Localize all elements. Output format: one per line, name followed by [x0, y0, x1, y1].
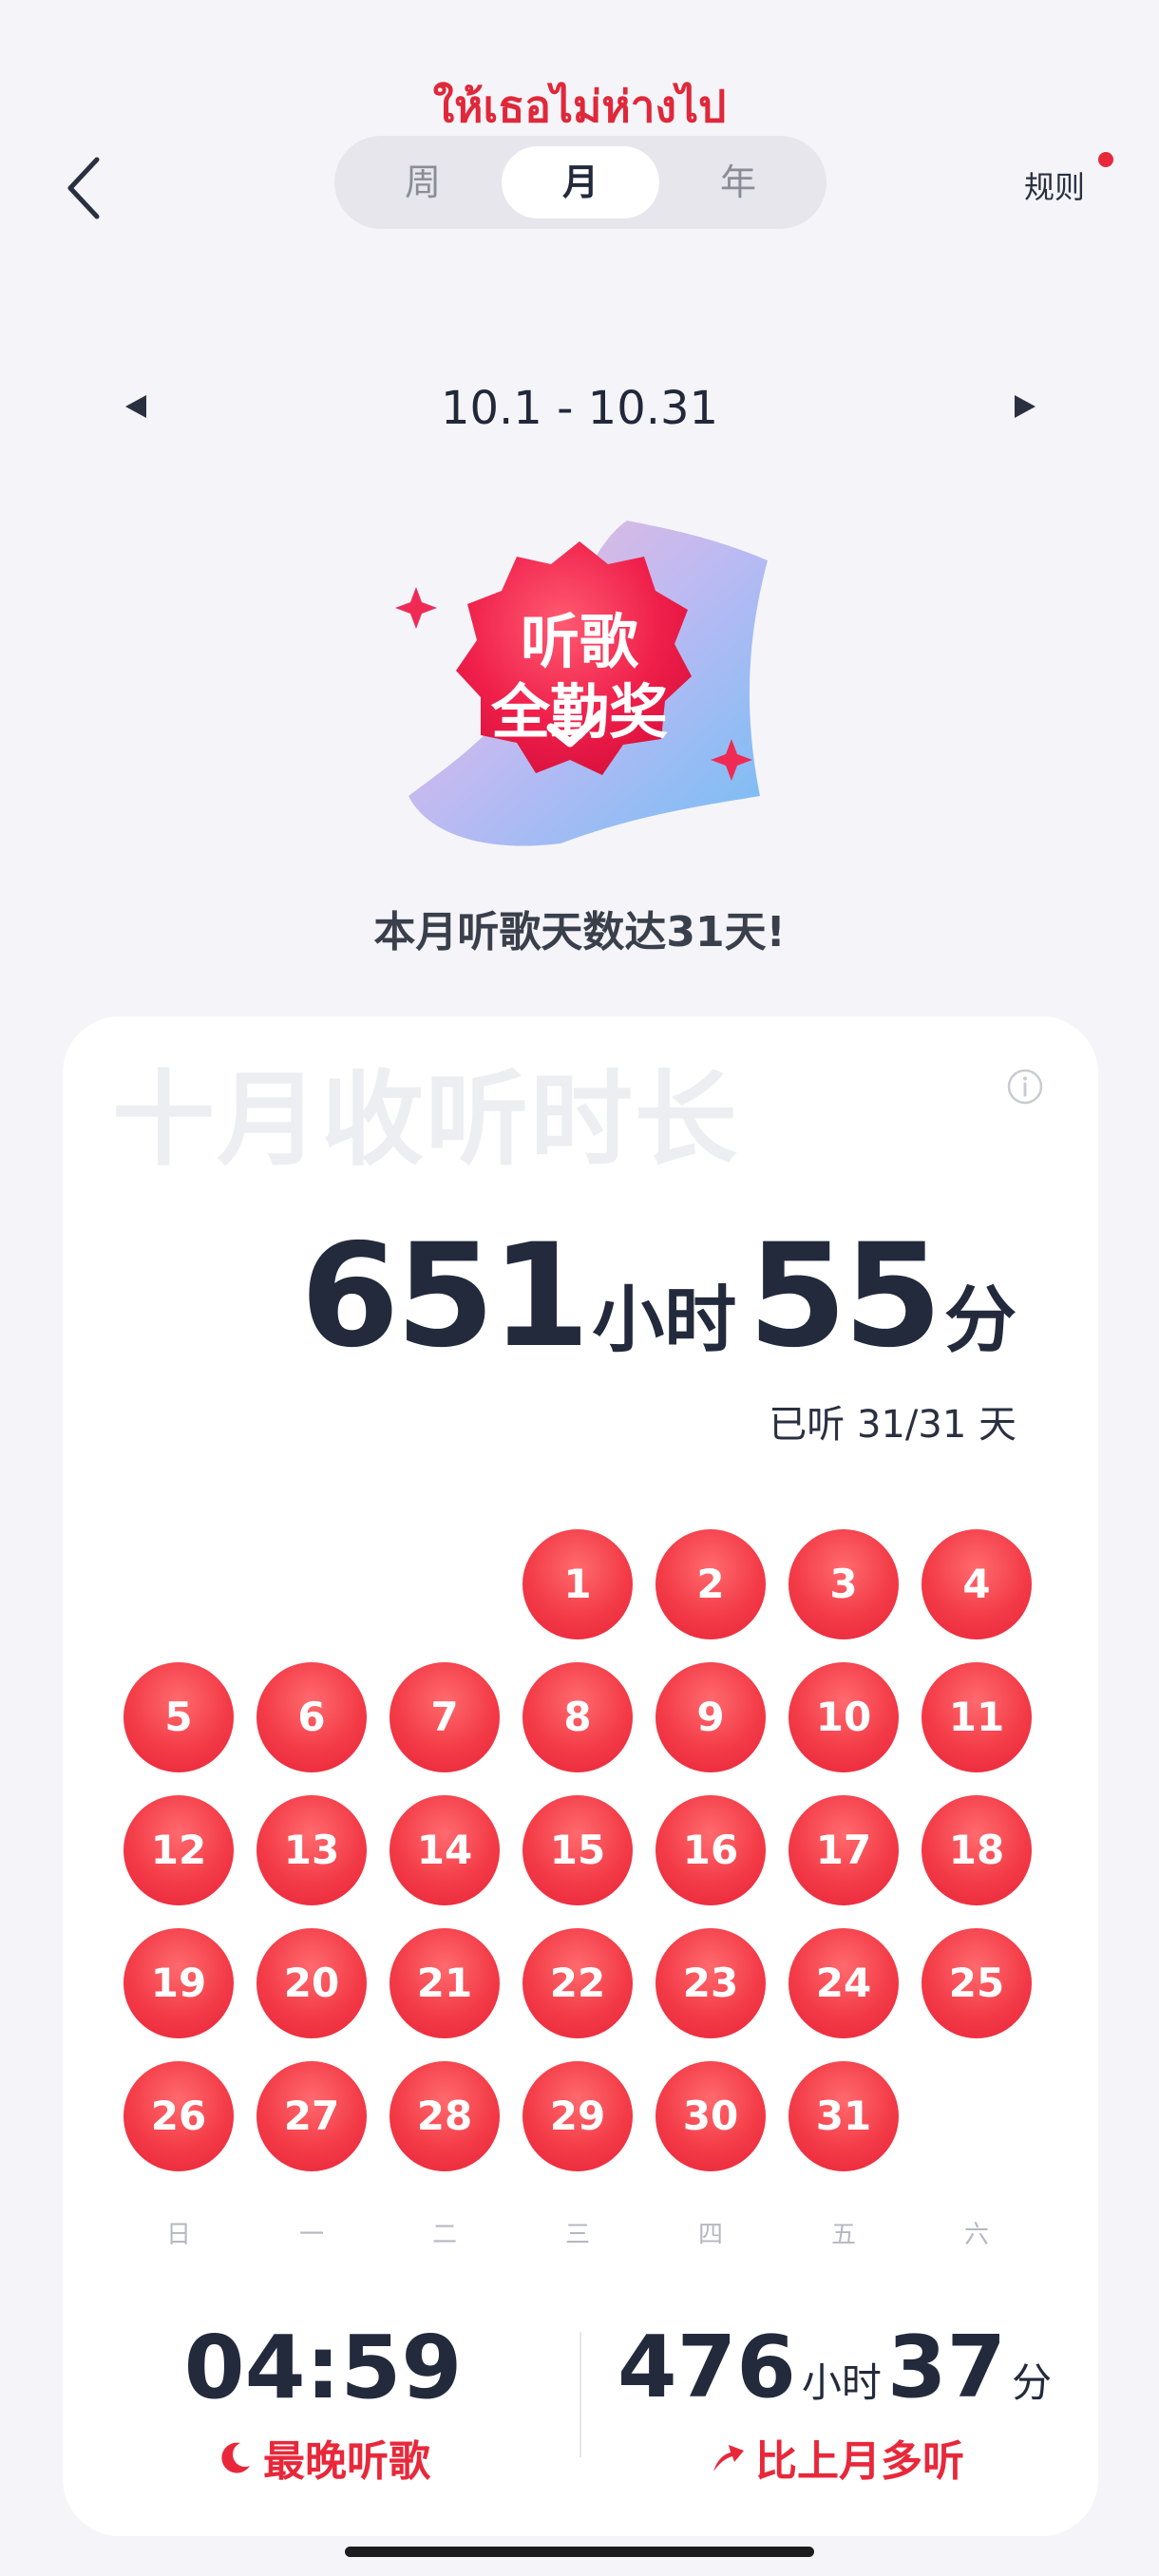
stats-divider	[580, 2332, 581, 2457]
more-hours-value: 476	[618, 2318, 796, 2417]
calendar-day[interactable]: 19	[124, 1928, 234, 2038]
calendar-day[interactable]: 15	[522, 1795, 633, 1905]
calendar-day[interactable]: 29	[522, 2061, 633, 2171]
listened-days: 已听 31/31 天	[769, 1403, 1016, 1447]
calendar-day[interactable]: 6	[256, 1662, 367, 1772]
badge-line-1: 听歌	[520, 607, 638, 676]
calendar-day[interactable]: 3	[788, 1529, 899, 1639]
calendar-day[interactable]: 4	[922, 1529, 1032, 1639]
more-minutes-value: 37	[886, 2318, 1007, 2417]
hours-unit: 小时	[592, 1278, 737, 1362]
calendar-day[interactable]: 11	[922, 1662, 1032, 1772]
total-duration: 651小时55分	[300, 1225, 1028, 1411]
rules-link[interactable]: 规则	[1024, 163, 1085, 211]
latest-listen-time: 04:59	[183, 2317, 463, 2418]
calendar-day[interactable]: 26	[124, 2061, 234, 2171]
calendar-day[interactable]: 28	[390, 2061, 500, 2171]
calendar-day[interactable]: 21	[390, 1928, 500, 2038]
calendar-day[interactable]: 30	[656, 2061, 766, 2171]
calendar-day[interactable]: 14	[390, 1795, 500, 1905]
notification-dot	[1098, 152, 1113, 167]
calendar-day[interactable]: 5	[124, 1662, 234, 1772]
home-indicator	[345, 2547, 814, 2557]
calendar-day[interactable]: 2	[656, 1529, 766, 1639]
calendar-day[interactable]: 16	[656, 1795, 766, 1905]
hours-value: 651	[300, 1214, 590, 1379]
calendar-day[interactable]: 10	[788, 1662, 899, 1772]
period-tabs: 周 月 年	[334, 136, 826, 229]
calendar-day[interactable]: 9	[656, 1662, 766, 1772]
tab-month[interactable]: 月	[502, 136, 659, 229]
calendar-day[interactable]: 13	[256, 1795, 367, 1905]
latest-listen-label: 最晚听歌	[133, 2432, 513, 2494]
moon-icon	[216, 2434, 254, 2494]
achievement-text: 本月听歌天数达31天!	[373, 908, 786, 957]
minutes-value: 55	[748, 1214, 942, 1379]
calendar-day[interactable]: 24	[788, 1928, 899, 2038]
more-hours-unit: 小时	[801, 2359, 882, 2406]
next-period-button[interactable]	[1013, 393, 1037, 424]
calendar-day[interactable]: 7	[390, 1662, 500, 1772]
calendar-day[interactable]: 22	[522, 1928, 633, 2038]
badge-line-2: 全勤奖	[490, 677, 668, 747]
calendar-day[interactable]: 31	[788, 2061, 899, 2171]
calendar-day[interactable]: 23	[656, 1928, 766, 2038]
calendar-day[interactable]: 20	[256, 1928, 367, 2038]
minutes-unit: 分	[944, 1278, 1016, 1362]
more-listen-label: 比上月多听	[618, 2432, 1054, 2494]
calendar-day[interactable]: 25	[922, 1928, 1032, 2038]
calendar-day[interactable]: 18	[922, 1795, 1032, 1905]
calendar-day[interactable]: 8	[522, 1662, 633, 1772]
calendar-day[interactable]: 12	[124, 1795, 234, 1905]
trend-up-icon	[708, 2434, 746, 2494]
date-range: 10.1 - 10.31	[440, 382, 719, 435]
more-minutes-unit: 分	[1012, 2359, 1053, 2406]
triangle-right-icon	[1015, 395, 1036, 418]
info-button[interactable]	[1007, 1069, 1043, 1105]
more-than-last-month: 476 小时37 分	[618, 2316, 1054, 2444]
latest-listen-label-text: 最晚听歌	[263, 2437, 430, 2486]
info-icon	[1007, 1069, 1043, 1105]
chevron-left-icon	[67, 157, 100, 219]
tab-year[interactable]: 年	[659, 136, 817, 229]
more-listen-label-text: 比上月多听	[755, 2437, 964, 2486]
tab-week[interactable]: 周	[344, 136, 502, 229]
calendar-day[interactable]: 17	[788, 1795, 899, 1905]
calendar-day[interactable]: 1	[522, 1529, 633, 1639]
card-title: 十月收听时长	[112, 1061, 740, 1180]
back-button[interactable]	[59, 152, 116, 224]
calendar-day[interactable]: 27	[256, 2061, 367, 2171]
overlay-title: ให้เธอไม่ห่างไป	[432, 81, 727, 132]
